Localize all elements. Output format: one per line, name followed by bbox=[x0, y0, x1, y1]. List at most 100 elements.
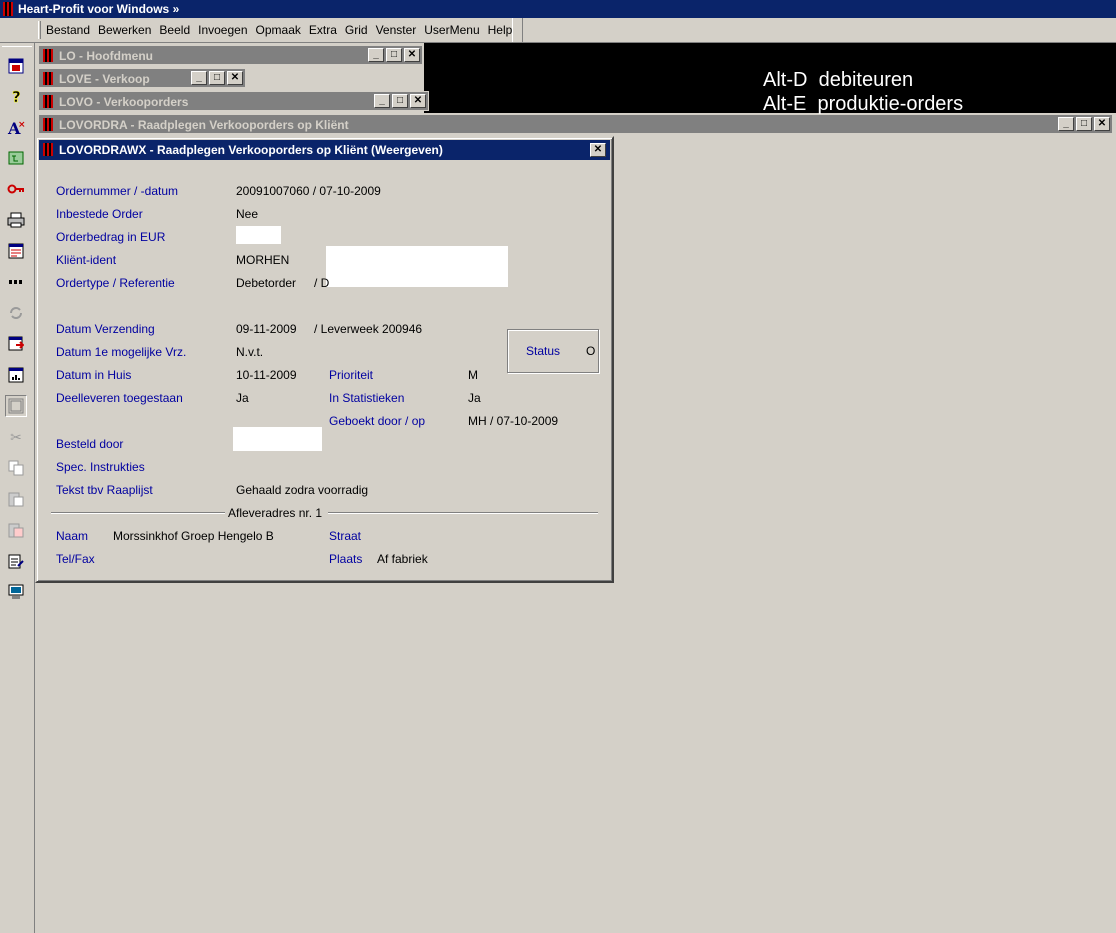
naam-label: Naam bbox=[56, 529, 89, 543]
cut-icon[interactable]: ✂ bbox=[5, 426, 27, 448]
tekst-label: Tekst tbv Raaplijst bbox=[56, 483, 153, 497]
inbestede-label: Inbestede Order bbox=[56, 207, 143, 221]
window-lovordra[interactable]: LOVORDRA - Raadplegen Verkooporders op K… bbox=[38, 114, 1113, 134]
paste-special-icon[interactable] bbox=[5, 519, 27, 541]
dialog-title: LOVORDRAWX - Raadplegen Verkooporders op… bbox=[59, 143, 443, 157]
prioriteit-value: M bbox=[468, 368, 478, 382]
geboekt-value: MH / 07-10-2009 bbox=[468, 414, 559, 428]
hotkey-key: Alt-D bbox=[763, 69, 808, 91]
menu-grip[interactable] bbox=[38, 21, 41, 39]
window-love-verkoop[interactable]: LOVE - Verkoop _ □ ✕ bbox=[38, 68, 246, 88]
datum-verzending-label: Datum Verzending bbox=[56, 322, 155, 336]
ordernummer-value: 20091007060 / 07-10-2009 bbox=[236, 184, 381, 198]
menu-bestand[interactable]: Bestand bbox=[42, 18, 94, 42]
status-box: Status O bbox=[507, 329, 599, 373]
chart-icon[interactable] bbox=[5, 364, 27, 386]
statistieken-label: In Statistieken bbox=[329, 391, 405, 405]
deelleveren-label: Deelleveren toegestaan bbox=[56, 391, 183, 405]
dots-icon[interactable] bbox=[5, 271, 27, 293]
close-button[interactable]: ✕ bbox=[404, 48, 420, 62]
copy-icon[interactable] bbox=[5, 457, 27, 479]
naam-value: Morssinkhof Groep Hengelo B bbox=[113, 529, 274, 543]
clipboard-edit-icon[interactable] bbox=[5, 550, 27, 572]
klient-name-redacted bbox=[326, 246, 508, 287]
toolbar-separator bbox=[2, 46, 32, 47]
window-lo-hoofdmenu[interactable]: LO - Hoofdmenu _ □ ✕ bbox=[38, 45, 423, 65]
svg-text:×: × bbox=[18, 120, 25, 130]
besteld-label: Besteld door bbox=[56, 437, 124, 451]
window-title: LOVE - Verkoop bbox=[59, 72, 150, 86]
close-button[interactable]: ✕ bbox=[1094, 117, 1110, 131]
window-title: LOVO - Verkooporders bbox=[59, 95, 189, 109]
close-button[interactable]: ✕ bbox=[590, 143, 606, 157]
ordertype-label: Ordertype / Referentie bbox=[56, 276, 175, 290]
app-title: Heart-Profit voor Windows » bbox=[18, 2, 180, 16]
prioriteit-label: Prioriteit bbox=[329, 368, 374, 382]
font-icon[interactable]: A × bbox=[5, 116, 27, 138]
monitor-icon[interactable] bbox=[5, 581, 27, 603]
close-button[interactable]: ✕ bbox=[410, 94, 426, 108]
status-value: O bbox=[586, 344, 596, 358]
print-icon[interactable] bbox=[5, 209, 27, 231]
dialog-title-bar[interactable]: LOVORDRAWX - Raadplegen Verkooporders op… bbox=[39, 140, 610, 160]
key-icon[interactable] bbox=[5, 178, 27, 200]
plaats-label: Plaats bbox=[329, 552, 363, 566]
besteld-redacted bbox=[233, 427, 322, 451]
datum-huis-label: Datum in Huis bbox=[56, 368, 132, 382]
window-logo-icon bbox=[43, 72, 53, 85]
menu-beeld[interactable]: Beeld bbox=[155, 18, 194, 42]
window-lovo-verkooporders[interactable]: LOVO - Verkooporders _ □ ✕ bbox=[38, 91, 429, 111]
orderbedrag-redacted bbox=[236, 226, 281, 244]
menu-bewerken[interactable]: Bewerken bbox=[94, 18, 155, 42]
paste-icon[interactable] bbox=[5, 488, 27, 510]
divider-right bbox=[328, 512, 598, 514]
ordertype-value: Debetorder bbox=[236, 276, 297, 290]
hotkey-panel: Alt-D debiteuren Alt-E produktie-orders bbox=[424, 43, 1116, 115]
inbestede-value: Nee bbox=[236, 207, 259, 221]
minimize-button[interactable]: _ bbox=[374, 94, 390, 108]
geboekt-label: Geboekt door / op bbox=[329, 414, 426, 428]
klient-label: Kliënt-ident bbox=[56, 253, 117, 267]
tekst-value: Gehaald zodra voorradig bbox=[236, 483, 369, 497]
window-frame-icon[interactable] bbox=[5, 395, 27, 417]
aflever-heading: Afleveradres nr. 1 bbox=[228, 506, 323, 520]
window-icon[interactable] bbox=[5, 55, 27, 77]
export-icon[interactable] bbox=[5, 333, 27, 355]
left-toolbar: ? A × ✂ bbox=[0, 43, 35, 933]
close-button[interactable]: ✕ bbox=[227, 71, 243, 85]
maximize-button[interactable]: □ bbox=[392, 94, 408, 108]
leverweek-value: / Leverweek 200946 bbox=[314, 322, 423, 336]
straat-label: Straat bbox=[329, 529, 362, 543]
minimize-button[interactable]: _ bbox=[1058, 117, 1074, 131]
menu-venster[interactable]: Venster bbox=[372, 18, 421, 42]
statistieken-value: Ja bbox=[468, 391, 481, 405]
hotkey-label: debiteuren bbox=[818, 69, 914, 91]
window-title: LOVORDRA - Raadplegen Verkooporders op K… bbox=[59, 118, 349, 132]
plaats-value: Af fabriek bbox=[377, 552, 428, 566]
minimize-button[interactable]: _ bbox=[191, 71, 207, 85]
maximize-button[interactable]: □ bbox=[209, 71, 225, 85]
menu-opmaak[interactable]: Opmaak bbox=[252, 18, 305, 42]
divider-left bbox=[51, 512, 225, 514]
tree-icon[interactable] bbox=[5, 147, 27, 169]
telfax-label: Tel/Fax bbox=[56, 552, 95, 566]
ordernummer-label: Ordernummer / -datum bbox=[56, 184, 179, 198]
app-logo-icon bbox=[3, 2, 13, 16]
minimize-button[interactable]: _ bbox=[368, 48, 384, 62]
menu-invoegen[interactable]: Invoegen bbox=[194, 18, 251, 42]
klient-value: MORHEN bbox=[236, 253, 290, 267]
window-logo-icon bbox=[43, 118, 53, 131]
menu-usermenu[interactable]: UserMenu bbox=[420, 18, 483, 42]
datum-verzending-value: 09-11-2009 bbox=[236, 322, 297, 336]
dialog-logo-icon bbox=[43, 143, 53, 156]
svg-text:?: ? bbox=[12, 88, 21, 104]
maximize-button[interactable]: □ bbox=[386, 48, 402, 62]
menu-bar: Bestand Bewerken Beeld Invoegen Opmaak E… bbox=[0, 18, 1116, 43]
menu-grid[interactable]: Grid bbox=[341, 18, 372, 42]
form-icon[interactable] bbox=[5, 240, 27, 262]
maximize-button[interactable]: □ bbox=[1076, 117, 1092, 131]
help-icon[interactable]: ? bbox=[5, 85, 27, 107]
window-title: LO - Hoofdmenu bbox=[59, 49, 153, 63]
menu-extra[interactable]: Extra bbox=[305, 18, 341, 42]
refresh-icon[interactable] bbox=[5, 302, 27, 324]
